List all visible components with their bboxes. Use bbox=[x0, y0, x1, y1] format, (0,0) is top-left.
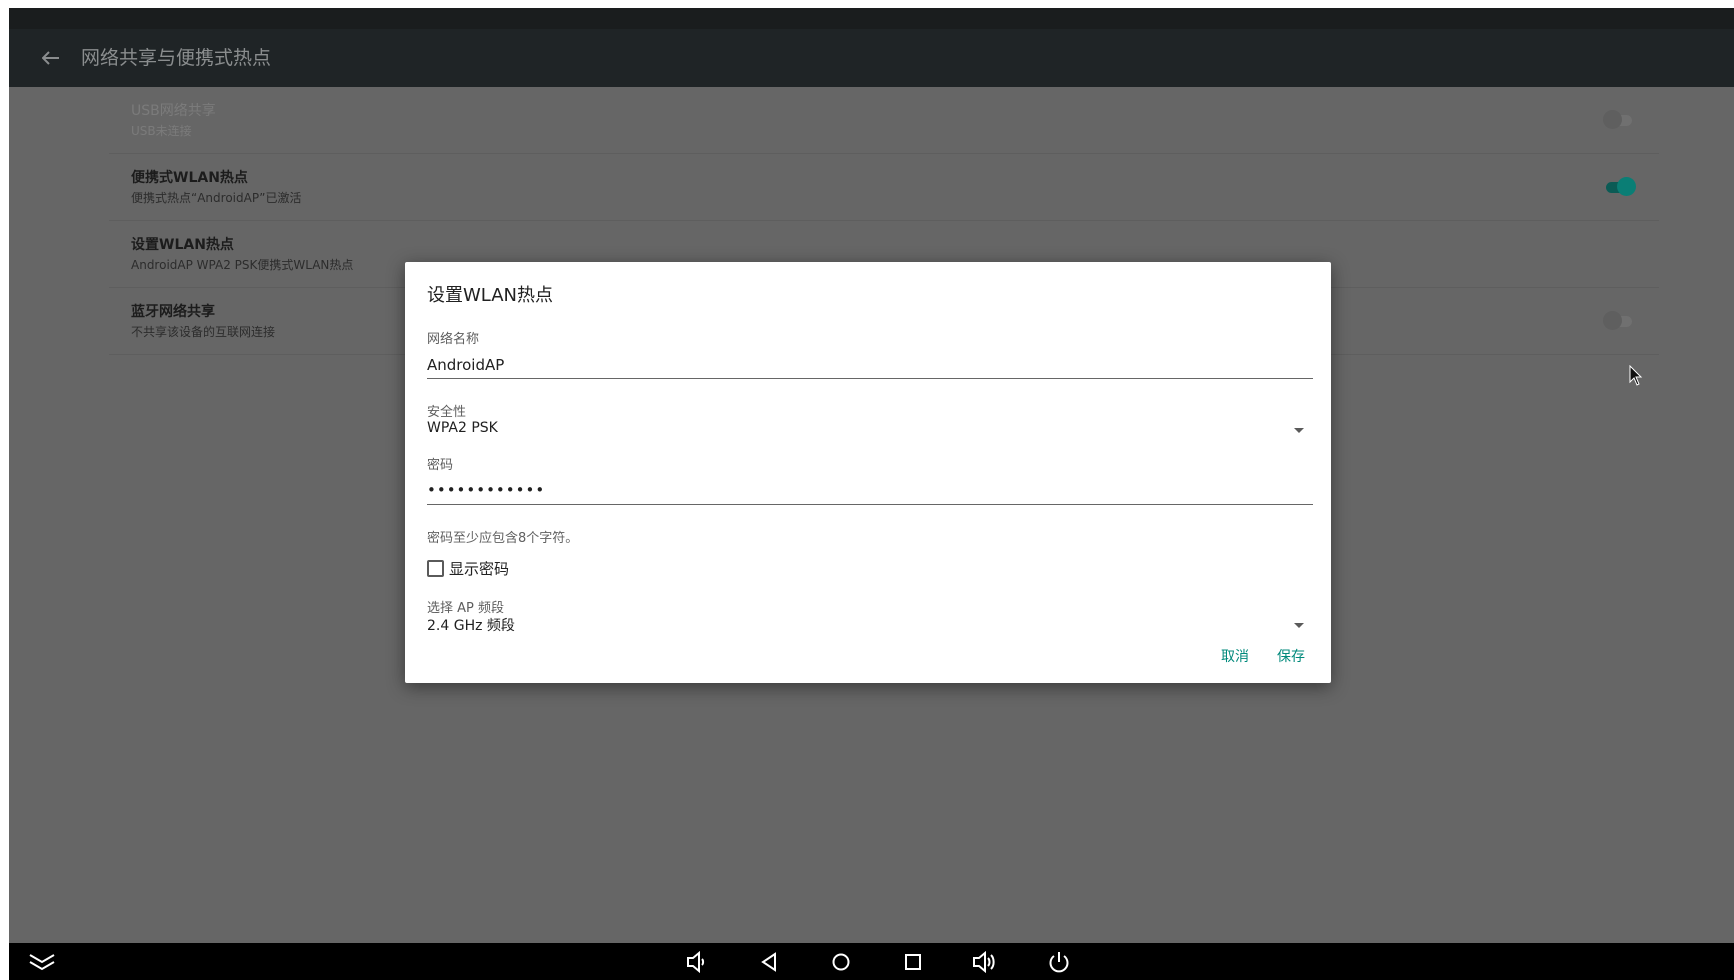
security-select[interactable]: WPA2 PSK bbox=[427, 420, 498, 436]
chevron-down-icon[interactable] bbox=[1294, 428, 1304, 433]
show-password-label[interactable]: 显示密码 bbox=[449, 558, 509, 579]
pref-summary: USB未连接 bbox=[131, 124, 192, 138]
switch-thumb bbox=[1603, 311, 1622, 330]
ap-band-select[interactable]: 2.4 GHz 频段 bbox=[427, 615, 515, 635]
security-label: 安全性 bbox=[427, 405, 467, 420]
pref-title: 设置WLAN热点 bbox=[131, 237, 234, 253]
bluetooth-tethering-switch[interactable] bbox=[1603, 311, 1633, 330]
pref-summary: AndroidAP WPA2 PSK便携式WLAN热点 bbox=[131, 258, 354, 272]
password-underline bbox=[427, 504, 1313, 505]
portable-hotspot-switch[interactable] bbox=[1603, 177, 1636, 196]
usb-tethering-switch[interactable] bbox=[1603, 110, 1633, 129]
pref-title: 蓝牙网络共享 bbox=[131, 304, 215, 320]
pref-usb-tethering[interactable]: USB网络共享 USB未连接 bbox=[109, 87, 1659, 154]
back-triangle-icon[interactable] bbox=[755, 943, 783, 980]
network-name-label: 网络名称 bbox=[427, 332, 480, 347]
save-button[interactable]: 保存 bbox=[1277, 646, 1305, 666]
home-circle-icon[interactable] bbox=[827, 943, 855, 980]
ap-band-label: 选择 AP 频段 bbox=[427, 601, 504, 616]
password-hint: 密码至少应包含8个字符。 bbox=[427, 531, 579, 546]
status-bar bbox=[9, 8, 1734, 29]
volume-up-icon[interactable] bbox=[970, 943, 1000, 980]
password-input[interactable]: •••••••••••• bbox=[427, 481, 545, 499]
dialog-title: 设置WLAN热点 bbox=[427, 285, 554, 306]
app-bar: 网络共享与便携式热点 bbox=[9, 29, 1734, 87]
collapse-chevrons-icon[interactable] bbox=[25, 943, 59, 980]
chevron-down-icon[interactable] bbox=[1294, 623, 1304, 628]
recents-square-icon[interactable] bbox=[899, 943, 927, 980]
pref-title: USB网络共享 bbox=[131, 103, 216, 119]
power-icon[interactable] bbox=[1044, 943, 1074, 980]
switch-thumb bbox=[1603, 110, 1622, 129]
back-button[interactable] bbox=[29, 29, 73, 87]
pref-summary: 不共享该设备的互联网连接 bbox=[131, 325, 276, 339]
switch-thumb bbox=[1617, 177, 1636, 196]
page-title: 网络共享与便携式热点 bbox=[81, 47, 272, 69]
pref-title: 便携式WLAN热点 bbox=[131, 170, 248, 186]
pref-portable-hotspot[interactable]: 便携式WLAN热点 便携式热点“AndroidAP”已激活 bbox=[109, 154, 1659, 221]
password-label: 密码 bbox=[427, 458, 454, 473]
network-name-input[interactable]: AndroidAP bbox=[427, 356, 504, 374]
network-name-underline bbox=[427, 378, 1313, 379]
navigation-bar bbox=[9, 943, 1734, 980]
cancel-button[interactable]: 取消 bbox=[1221, 646, 1249, 666]
arrow-left-icon bbox=[42, 51, 59, 65]
show-password-checkbox[interactable] bbox=[427, 560, 444, 577]
pref-summary: 便携式热点“AndroidAP”已激活 bbox=[131, 191, 302, 205]
hotspot-setup-dialog: 设置WLAN热点 网络名称 AndroidAP 安全性 WPA2 PSK 密码 … bbox=[405, 262, 1331, 683]
volume-down-icon[interactable] bbox=[682, 943, 710, 980]
mouse-cursor-icon bbox=[1629, 365, 1643, 386]
